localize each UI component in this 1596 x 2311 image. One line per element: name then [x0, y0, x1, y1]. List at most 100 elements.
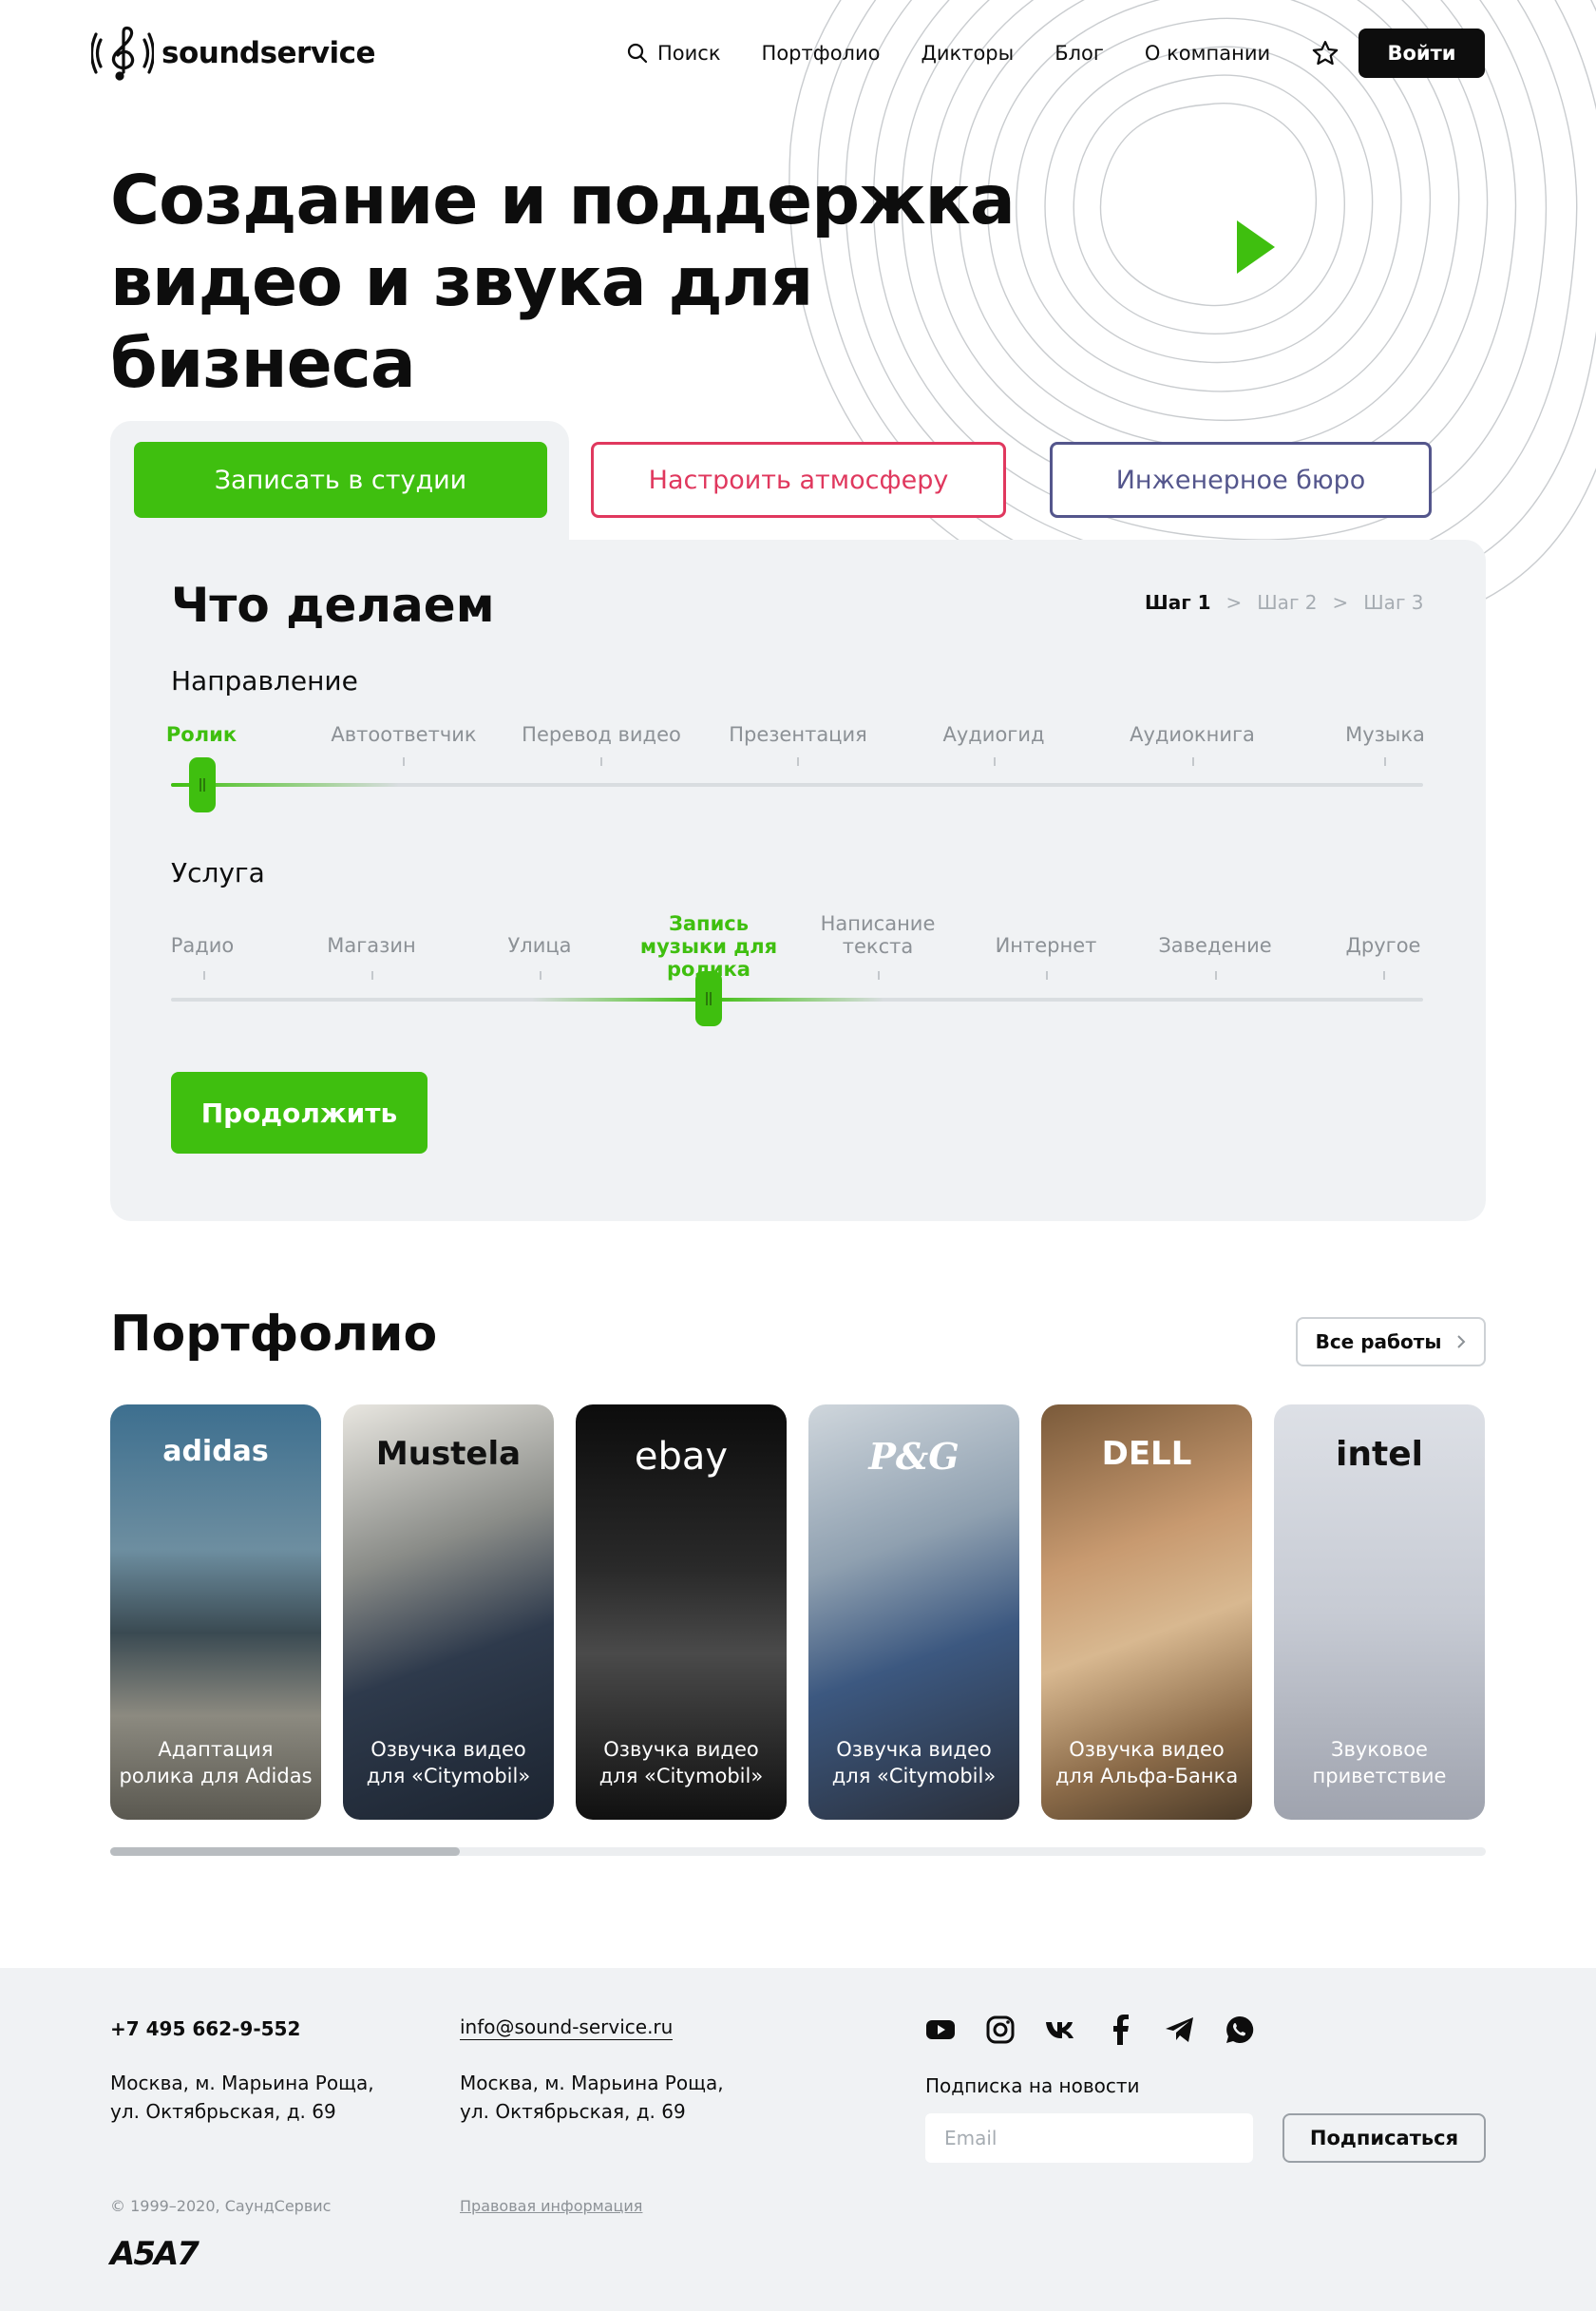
tick — [878, 971, 880, 980]
address-line2: ул. Октябрьская, д. 69 — [460, 2100, 686, 2123]
play-icon[interactable] — [1216, 209, 1292, 285]
tab-atmosphere[interactable]: Настроить атмосферу — [591, 442, 1006, 518]
portfolio-card-ebay[interactable]: ebay Озвучка видео для «Citymobil» — [576, 1404, 787, 1820]
hero-title-line1: Создание и поддержка — [110, 161, 1016, 239]
footer-address-right: Москва, м. Марьина Роща, ул. Октябрьская… — [460, 2069, 724, 2126]
portfolio-card-caption: Озвучка видео для Альфа-Банка — [1054, 1738, 1239, 1787]
tab-studio-recording[interactable]: Записать в студии — [134, 442, 547, 518]
direction-option-video[interactable]: Ролик — [166, 723, 237, 746]
newsletter-email-input[interactable]: Email — [925, 2113, 1253, 2163]
nav-search[interactable]: Поиск — [627, 42, 721, 65]
portfolio-card-intel[interactable]: intel Звуковое приветствие — [1274, 1404, 1485, 1820]
vk-icon[interactable] — [1043, 2013, 1077, 2047]
service-option-internet[interactable]: Интернет — [996, 934, 1097, 957]
tab-engineering[interactable]: Инженерное бюро — [1050, 442, 1432, 518]
service-option-shop[interactable]: Магазин — [327, 934, 415, 957]
intel-logo: intel — [1336, 1435, 1423, 1474]
portfolio-title: Портфолио — [110, 1306, 438, 1363]
service-option-street[interactable]: Улица — [507, 934, 571, 957]
continue-button[interactable]: Продолжить — [171, 1072, 428, 1154]
tick — [797, 757, 799, 766]
step-2[interactable]: Шаг 2 — [1257, 591, 1317, 614]
service-option-copywriting[interactable]: Написание текста — [811, 912, 944, 958]
portfolio-card-dell[interactable]: DELL Озвучка видео для Альфа-Банка — [1041, 1404, 1252, 1820]
portfolio-card-caption: Озвучка видео для «Citymobil» — [831, 1738, 997, 1787]
portfolio-card-mustela[interactable]: Mustela Озвучка видео для «Citymobil» — [343, 1404, 554, 1820]
portfolio-card-caption: Озвучка видео для «Citymobil» — [598, 1738, 764, 1787]
nav-voices[interactable]: Дикторы — [921, 42, 1014, 65]
footer-phone[interactable]: +7 495 662-9-552 — [110, 2015, 300, 2043]
service-option-other[interactable]: Другое — [1346, 934, 1421, 957]
service-slider-handle[interactable] — [695, 971, 722, 1026]
portfolio-scrollbar-thumb[interactable] — [110, 1847, 460, 1856]
ebay-logo: ebay — [634, 1435, 729, 1479]
all-works-label: Все работы — [1315, 1330, 1442, 1353]
instagram-icon[interactable] — [983, 2013, 1017, 2047]
direction-option-music[interactable]: Музыка — [1345, 723, 1425, 746]
site-logo[interactable]: soundservice — [91, 25, 376, 82]
portfolio-card-caption: Озвучка видео для «Citymobil» — [366, 1738, 531, 1787]
pg-logo: P&G — [868, 1435, 960, 1478]
step-1[interactable]: Шаг 1 — [1145, 591, 1211, 614]
portfolio-card-caption: Адаптация ролика для Adidas — [119, 1738, 313, 1787]
tick — [1384, 757, 1386, 766]
nav-about[interactable]: О компании — [1145, 42, 1270, 65]
tick — [203, 971, 205, 980]
facebook-icon[interactable] — [1103, 2013, 1137, 2047]
all-works-button[interactable]: Все работы — [1296, 1317, 1486, 1366]
direction-option-audiobook[interactable]: Аудиокнига — [1130, 723, 1255, 746]
dell-logo: DELL — [1101, 1435, 1192, 1473]
calculator-title: Что делаем — [171, 578, 495, 633]
telegram-icon[interactable] — [1163, 2013, 1197, 2047]
portfolio-card-pg[interactable]: P&G Озвучка видео для «Citymobil» — [808, 1404, 1019, 1820]
favorites-button[interactable] — [1311, 39, 1340, 67]
search-icon — [627, 43, 648, 64]
tick — [403, 757, 405, 766]
subscribe-button[interactable]: Подписаться — [1282, 2113, 1486, 2163]
nav-portfolio[interactable]: Портфолио — [762, 42, 881, 65]
mustela-logo: Mustela — [375, 1435, 522, 1473]
tick — [600, 757, 602, 766]
tick — [1192, 757, 1194, 766]
address-line1: Москва, м. Марьина Роща, — [460, 2072, 724, 2094]
chevron-right-icon — [1457, 1335, 1466, 1348]
nav-blog[interactable]: Блог — [1054, 42, 1104, 65]
hero-title: Создание и поддержка видео и звука для б… — [110, 160, 1117, 405]
treble-clef-logo-icon — [91, 26, 154, 81]
tick — [1383, 971, 1385, 980]
social-links — [923, 2013, 1257, 2047]
direction-option-translation[interactable]: Перевод видео — [522, 723, 681, 746]
main-nav: Поиск Портфолио Дикторы Блог О компании — [627, 36, 1340, 70]
agency-logo[interactable]: A5A7 — [110, 2235, 200, 2273]
service-label: Услуга — [171, 857, 265, 888]
address-line2: ул. Октябрьская, д. 69 — [110, 2100, 336, 2123]
steps-breadcrumb: Шаг 1 > Шаг 2 > Шаг 3 — [1145, 591, 1424, 614]
footer-address-left: Москва, м. Марьина Роща, ул. Октябрьская… — [110, 2069, 374, 2126]
legal-info-link[interactable]: Правовая информация — [460, 2197, 642, 2215]
hero-title-line2: видео и звука для бизнеса — [110, 242, 813, 403]
youtube-icon[interactable] — [923, 2013, 958, 2047]
login-button[interactable]: Войти — [1358, 29, 1485, 78]
portfolio-card-adidas[interactable]: adidas Адаптация ролика для Adidas — [110, 1404, 321, 1820]
service-option-radio[interactable]: Радио — [171, 934, 235, 957]
direction-option-audioguide[interactable]: Аудиогид — [942, 723, 1044, 746]
portfolio-card-caption: Звуковое приветствие — [1312, 1738, 1447, 1787]
address-line1: Москва, м. Марьина Роща, — [110, 2072, 374, 2094]
chevron-right-icon: > — [1332, 591, 1349, 614]
footer-email-link[interactable]: info@sound-service.ru — [460, 2015, 674, 2040]
direction-option-presentation[interactable]: Презентация — [729, 723, 867, 746]
tick — [1046, 971, 1048, 980]
chevron-right-icon: > — [1226, 591, 1243, 614]
newsletter-label: Подписка на новости — [925, 2074, 1140, 2097]
whatsapp-icon[interactable] — [1223, 2013, 1257, 2047]
step-3[interactable]: Шаг 3 — [1363, 591, 1423, 614]
direction-slider-handle[interactable] — [189, 757, 216, 812]
service-option-venue[interactable]: Заведение — [1158, 934, 1271, 957]
direction-label: Направление — [171, 665, 358, 697]
tick — [371, 971, 373, 980]
tick — [994, 757, 996, 766]
logo-text: soundservice — [162, 36, 376, 70]
copyright: © 1999–2020, СаундСервис — [110, 2197, 332, 2215]
direction-option-answering[interactable]: Автоответчик — [331, 723, 476, 746]
nav-search-label: Поиск — [657, 42, 721, 65]
